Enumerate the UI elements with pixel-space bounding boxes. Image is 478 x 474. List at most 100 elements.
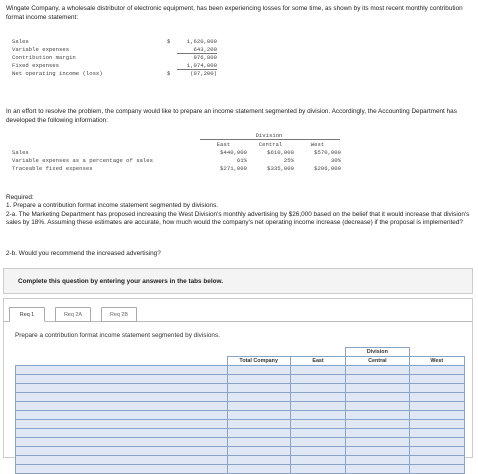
central-input[interactable] [345,455,410,465]
row-label-input[interactable] [15,455,228,465]
west-input[interactable] [408,428,465,438]
answer-row [15,401,465,411]
east-input[interactable] [289,383,347,393]
row-label-input[interactable] [15,446,228,456]
tab-req-1[interactable]: Req 1 [9,307,45,322]
west-input[interactable] [408,365,465,375]
income-currency [167,62,177,70]
tab-bar: Req 1 Req 2A Req 2B [9,307,147,322]
answer-header-row-1: Division [15,347,465,357]
income-value: 643,200 [177,46,217,54]
east-input[interactable] [289,446,347,456]
total-company-input[interactable] [226,419,291,429]
total-company-input[interactable] [226,365,291,375]
required-heading: Required: [6,194,34,201]
total-company-input[interactable] [226,464,291,474]
header-blank [15,347,228,357]
division-cell: 25% [283,157,294,164]
central-input[interactable] [345,374,410,384]
central-input[interactable] [345,401,410,411]
west-input[interactable] [408,401,465,411]
division-row-label: Traceable fixed expenses [12,165,93,172]
answer-row [15,446,465,456]
header-west: West [408,356,465,366]
income-value: 976,800 [193,54,218,61]
row-label-input[interactable] [15,464,228,474]
central-input[interactable] [345,383,410,393]
east-input[interactable] [289,410,347,420]
total-company-input[interactable] [226,446,291,456]
central-input[interactable] [345,464,410,474]
division-row-fixed: Traceable fixed expenses $271,000 $335,0… [12,165,341,173]
row-label-input[interactable] [15,365,228,375]
west-input[interactable] [408,446,465,456]
required-section: Required: 1. Prepare a contribution form… [6,194,474,228]
west-input[interactable] [408,419,465,429]
header-blank [15,356,228,366]
income-currency: $ [167,70,171,77]
central-input[interactable] [345,419,410,429]
total-company-input[interactable] [226,455,291,465]
total-company-input[interactable] [226,410,291,420]
division-cell: 61% [236,157,247,164]
total-company-input[interactable] [226,374,291,384]
central-input[interactable] [345,437,410,447]
east-input[interactable] [289,365,347,375]
division-cell: $440,000 [220,149,247,156]
row-label-input[interactable] [15,428,228,438]
west-input[interactable] [408,383,465,393]
row-label-input[interactable] [15,419,228,429]
row-label-input[interactable] [15,383,228,393]
income-value: (97,200) [190,70,217,77]
income-row-variable: Variable expenses 643,200 [12,46,217,54]
income-statement: Sales $ 1,620,000 Variable expenses 643,… [12,38,217,78]
west-input[interactable] [408,455,465,465]
answer-panel: Req 1 Req 2A Req 2B Prepare a contributi… [3,298,473,474]
division-header: Division East Central West [12,132,341,149]
income-label: Sales [12,38,29,45]
central-input[interactable] [345,365,410,375]
central-input[interactable] [345,392,410,402]
row-label-input[interactable] [15,401,228,411]
total-company-input[interactable] [226,428,291,438]
row-label-input[interactable] [15,410,228,420]
west-input[interactable] [408,464,465,474]
required-item-2a: 2-a. The Marketing Department has propos… [6,210,470,227]
instruction-text: Complete this question by entering your … [18,278,224,285]
answer-row [15,374,465,384]
east-input[interactable] [289,374,347,384]
east-input[interactable] [289,437,347,447]
central-input[interactable] [345,446,410,456]
west-input[interactable] [408,374,465,384]
total-company-input[interactable] [226,437,291,447]
row-label-input[interactable] [15,437,228,447]
income-row-fixed: Fixed expenses 1,074,000 [12,62,217,70]
row-label-input[interactable] [15,374,228,384]
answer-row [15,410,465,420]
west-input[interactable] [408,410,465,420]
division-col-west: West [310,141,325,148]
total-company-input[interactable] [226,383,291,393]
west-input[interactable] [408,437,465,447]
division-cell: $570,000 [314,149,341,156]
east-input[interactable] [289,392,347,402]
answer-row [15,392,465,402]
east-input[interactable] [289,419,347,429]
division-cell: 30% [330,157,341,164]
west-input[interactable] [408,392,465,402]
east-input[interactable] [289,464,347,474]
row-label-input[interactable] [15,392,228,402]
tab-req-2b[interactable]: Req 2B [101,307,137,322]
central-input[interactable] [345,428,410,438]
east-input[interactable] [289,428,347,438]
division-title: Division [255,132,283,139]
division-cell: $335,000 [267,165,294,172]
tab-req-2a[interactable]: Req 2A [55,307,91,322]
east-input[interactable] [289,455,347,465]
total-company-input[interactable] [226,401,291,411]
east-input[interactable] [289,401,347,411]
central-input[interactable] [345,410,410,420]
answer-table: Division Total Company East Central West [15,347,465,474]
division-cell: $206,000 [314,165,341,172]
total-company-input[interactable] [226,392,291,402]
